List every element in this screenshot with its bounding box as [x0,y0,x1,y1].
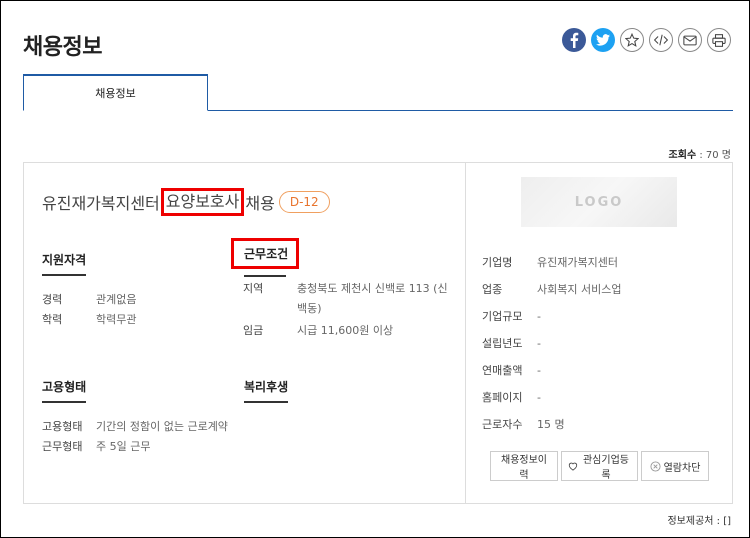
job-title: 유진재가복지센터 요양보호사 채용 D-12 [42,188,330,216]
row-key: 경력 [42,293,63,306]
job-detail-card: 유진재가복지센터 요양보호사 채용 D-12 지원자격 경력 관계없음 학력 학력무… [23,162,733,504]
company-info: 기업명 유진재가복지센터 업종 사회복지 서비스업 기업규모 - 설립년도 - 연매출액… [482,249,621,438]
mail-button[interactable] [678,28,702,52]
print-icon [712,33,726,47]
qualification-heading: 지원자격 [42,251,87,276]
row-key: 기업규모 [482,310,523,323]
qualification-section: 지원자격 경력 관계없음 학력 학력무관 [42,251,136,330]
page-frame: 채용정보 채용정보 조회수 : 70 명 유진재가복지센터 요양보호사 채용 D… [0,0,750,538]
employment-rows: 고용형태 기간의 정함이 없는 근로계약 근무형태 주 5일 근무 [42,417,228,457]
star-icon [625,33,639,47]
twitter-icon [596,34,610,46]
button-label: 채용정보이력 [501,455,547,481]
row-value: 사회복지 서비스업 [537,283,622,296]
button-label: 관심기업등록 [582,455,629,481]
company-row: 연매출액 - [482,357,621,384]
conditions-heading: 근무조건 [231,238,300,277]
row-key: 근로자수 [482,418,523,431]
row-value: 충청북도 제천시 신백로 113 (신백동) [297,279,448,319]
row-key: 업종 [482,283,503,296]
company-row: 기업규모 - [482,303,621,330]
facebook-share-button[interactable] [562,28,586,52]
button-label: 열람차단 [663,462,701,474]
row-value: 기간의 정함이 없는 근로계약 [96,420,228,433]
row-value: - [537,310,541,323]
share-toolbar [562,28,731,52]
logo-text: LOGO [574,194,624,210]
print-button[interactable] [707,28,731,52]
info-provider: 정보제공처 : [] [667,516,731,527]
row-value: 15 명 [537,418,565,431]
row-key: 기업명 [482,256,513,269]
view-count: 조회수 : 70 명 [669,146,731,161]
welfare-heading: 복리후생 [244,378,289,403]
company-actions: 채용정보이력 관심기업등록 열람차단 [490,451,709,481]
employment-row: 근무형태 주 5일 근무 [42,437,228,457]
qualification-row: 경력 관계없음 [42,290,136,310]
interest-company-button[interactable]: 관심기업등록 [561,451,638,481]
job-title-company: 유진재가복지센터 [42,193,160,213]
row-value: 학력무관 [96,313,137,326]
job-history-button[interactable]: 채용정보이력 [490,451,558,481]
company-row: 설립년도 - [482,330,621,357]
row-value: 주 5일 근무 [96,440,151,453]
conditions-row: 임금 시급 11,600원 이상 [243,321,448,341]
employment-row: 고용형태 기간의 정함이 없는 근로계약 [42,417,228,437]
row-value-line: 백동) [297,302,322,315]
row-key: 근무형태 [42,440,83,453]
conditions-rows: 지역 충청북도 제천시 신백로 113 (신백동) 임금 시급 11,600원 이상 [243,279,448,341]
conditions-heading-text: 근무조건 [244,247,289,261]
block-icon [650,460,661,472]
card-divider [465,163,466,503]
row-key: 설립년도 [482,337,523,350]
mail-icon [683,35,697,45]
view-count-value: : 70 명 [696,150,731,161]
row-key: 고용형태 [42,420,83,433]
welfare-section: 복리후생 [244,378,289,403]
company-row: 기업명 유진재가복지센터 [482,249,621,276]
row-key: 홈페이지 [482,391,523,404]
conditions-row: 지역 충청북도 제천시 신백로 113 (신백동) [243,279,448,319]
view-count-label: 조회수 [668,150,697,161]
embed-button[interactable] [649,28,673,52]
qualification-rows: 경력 관계없음 학력 학력무관 [42,290,136,330]
facebook-icon [570,32,579,48]
row-key: 연매출액 [482,364,523,377]
job-title-suffix: 채용 [245,193,275,213]
company-row: 근로자수 15 명 [482,411,621,438]
row-value: - [537,391,541,404]
qualification-row: 학력 학력무관 [42,310,136,330]
row-key: 임금 [243,324,264,337]
job-title-highlight: 요양보호사 [160,188,245,216]
row-value: - [537,364,541,377]
row-value: 유진재가복지센터 [537,256,618,269]
row-value-line: 충청북도 제천시 신백로 113 (신 [297,282,448,295]
favorite-button[interactable] [620,28,644,52]
row-value: 관계없음 [96,293,137,306]
row-key: 지역 [243,282,264,295]
code-icon [654,34,668,46]
page-title: 채용정보 [23,35,102,60]
row-key: 학력 [42,313,63,326]
heading-underline [244,275,286,277]
dday-badge: D-12 [278,190,330,213]
row-value: - [537,337,541,350]
company-logo: LOGO [521,177,677,227]
tab-job-info[interactable]: 채용정보 [23,74,208,111]
employment-heading: 고용형태 [42,378,87,403]
heart-icon [568,462,578,471]
twitter-share-button[interactable] [591,28,615,52]
tab-bar: 채용정보 [23,74,733,111]
conditions-section: 근무조건 지역 충청북도 제천시 신백로 113 (신백동) 임금 시급 11,60… [231,238,448,341]
block-view-button[interactable]: 열람차단 [641,451,709,481]
employment-section: 고용형태 고용형태 기간의 정함이 없는 근로계약 근무형태 주 5일 근무 [42,378,228,457]
row-value: 시급 11,600원 이상 [297,324,394,337]
company-row: 홈페이지 - [482,384,621,411]
company-row: 업종 사회복지 서비스업 [482,276,621,303]
